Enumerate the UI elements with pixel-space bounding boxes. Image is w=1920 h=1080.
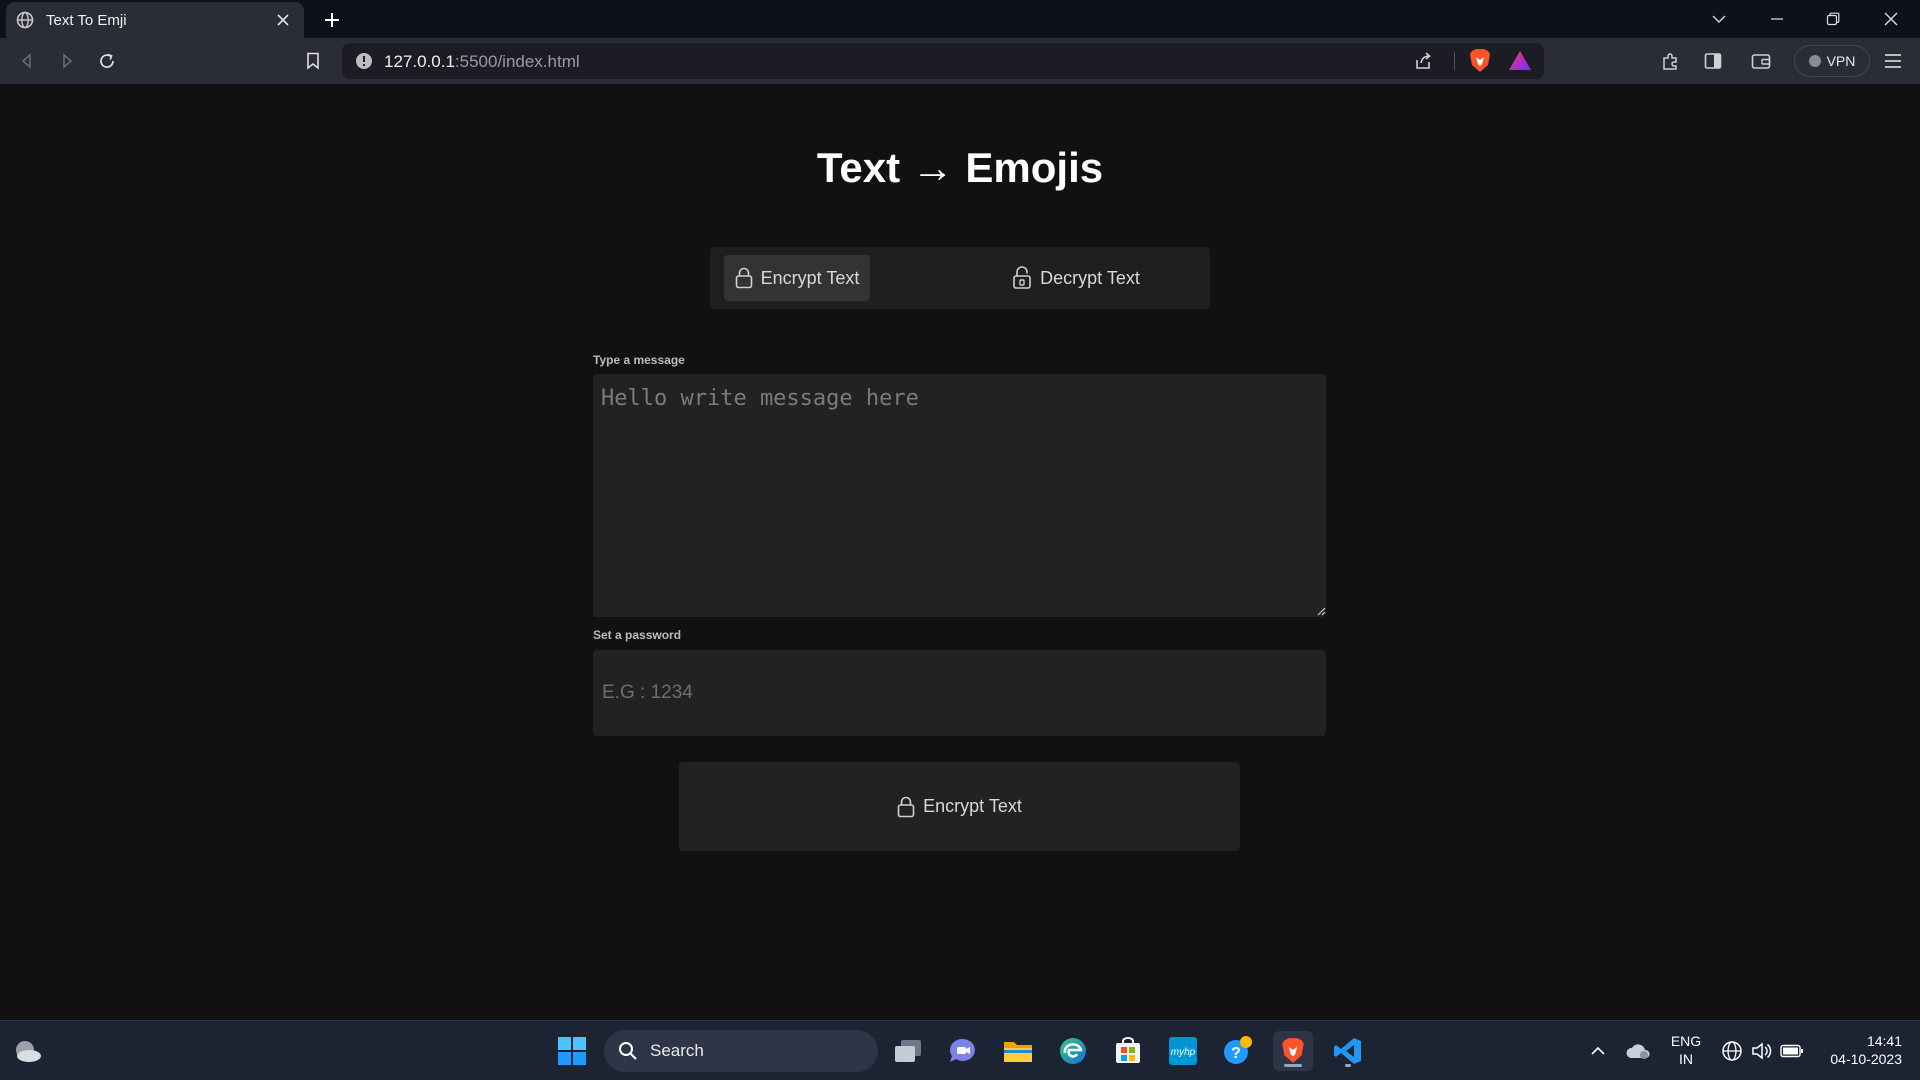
tab-list-chevron-icon[interactable] <box>1704 4 1734 34</box>
browser-tab-strip: Text To Emji <box>0 0 1920 38</box>
time-label: 14:41 <box>1866 1033 1902 1049</box>
wallet-icon[interactable] <box>1746 46 1776 76</box>
url-path: :5500/index.html <box>454 52 580 71</box>
brave-taskbar-icon[interactable] <box>1273 1031 1313 1071</box>
back-icon[interactable] <box>12 46 42 76</box>
menu-icon[interactable] <box>1878 46 1908 76</box>
rewards-triangle-icon[interactable] <box>1508 49 1532 73</box>
close-window-icon[interactable] <box>1876 4 1906 34</box>
reload-icon[interactable] <box>92 46 122 76</box>
lock-icon <box>735 267 761 289</box>
microsoft-store-icon[interactable] <box>1108 1031 1148 1071</box>
restore-icon[interactable] <box>1818 4 1848 34</box>
mode-switcher: Encrypt Text Decrypt Text <box>710 247 1210 309</box>
search-icon <box>618 1041 638 1061</box>
date-label: 04-10-2023 <box>1830 1051 1902 1067</box>
windows-start-icon[interactable] <box>552 1031 592 1071</box>
region-label: IN <box>1679 1051 1693 1067</box>
page-title: Text → Emojis <box>816 144 1104 191</box>
close-tab-icon[interactable] <box>272 9 294 31</box>
encrypt-submit-label: Encrypt Text <box>923 796 1022 816</box>
taskbar: Search myhp ? ENG IN 14:41 04-10-2023 <box>0 1020 1920 1080</box>
lock-icon <box>897 796 923 818</box>
input-language-indicator[interactable]: ENG IN <box>1664 1032 1708 1068</box>
password-label: Set a password <box>593 628 682 642</box>
minimize-icon[interactable] <box>1762 4 1792 34</box>
svg-text:?: ? <box>1231 1045 1241 1062</box>
svg-text:myhp: myhp <box>1171 1047 1196 1058</box>
battery-icon[interactable] <box>1772 1031 1812 1071</box>
language-label: ENG <box>1670 1033 1702 1049</box>
new-tab-button[interactable] <box>318 6 346 34</box>
divider <box>1454 52 1455 70</box>
get-help-icon[interactable]: ? <box>1218 1031 1258 1071</box>
message-label: Type a message <box>593 353 685 367</box>
taskbar-search[interactable]: Search <box>604 1030 878 1072</box>
vpn-button[interactable]: VPN <box>1794 45 1870 77</box>
site-info-icon[interactable] <box>354 51 374 71</box>
sidebar-toggle-icon[interactable] <box>1698 46 1728 76</box>
encrypt-submit-button[interactable]: Encrypt Text <box>679 762 1240 851</box>
search-label: Search <box>650 1041 704 1060</box>
vscode-icon[interactable] <box>1328 1031 1368 1071</box>
decrypt-mode-label: Decrypt Text <box>1040 267 1140 288</box>
forward-icon[interactable] <box>52 46 82 76</box>
teams-chat-icon[interactable] <box>943 1031 983 1071</box>
extensions-icon[interactable] <box>1656 46 1686 76</box>
unlock-icon <box>1012 266 1040 290</box>
file-explorer-icon[interactable] <box>998 1031 1038 1071</box>
show-hidden-icons-chevron-icon[interactable] <box>1578 1031 1618 1071</box>
url-host: 127.0.0.1 <box>384 52 455 71</box>
password-input[interactable] <box>593 650 1326 736</box>
vpn-status-icon <box>1808 55 1821 67</box>
vpn-label: VPN <box>1826 53 1856 69</box>
browser-tab-active[interactable]: Text To Emji <box>6 2 304 38</box>
active-app-indicator <box>1284 1064 1302 1067</box>
brave-shields-icon[interactable] <box>1468 48 1492 74</box>
edge-browser-icon[interactable] <box>1053 1031 1093 1071</box>
myhp-app-icon[interactable]: myhp <box>1163 1031 1203 1071</box>
running-app-indicator <box>1345 1064 1351 1067</box>
decrypt-mode-button[interactable]: Decrypt Text <box>996 255 1156 301</box>
task-view-icon[interactable] <box>888 1031 928 1071</box>
encrypt-mode-label: Encrypt Text <box>760 267 860 288</box>
address-bar[interactable]: 127.0.0.1:5500/index.html <box>342 43 1544 79</box>
globe-icon <box>16 11 34 29</box>
browser-toolbar: 127.0.0.1:5500/index.html VPN <box>0 38 1920 84</box>
url-text[interactable]: 127.0.0.1:5500/index.html <box>384 52 580 72</box>
resize-handle-icon[interactable] <box>1316 606 1326 616</box>
message-textarea[interactable] <box>593 374 1326 617</box>
page-content: Text → Emojis Encrypt Text Decrypt Text … <box>0 84 1920 1020</box>
weather-icon[interactable] <box>8 1031 48 1071</box>
share-icon[interactable] <box>1412 50 1434 72</box>
tab-title: Text To Emji <box>46 11 127 29</box>
bookmark-icon[interactable] <box>298 46 328 76</box>
clock[interactable]: 14:41 04-10-2023 <box>1812 1032 1912 1068</box>
onedrive-icon[interactable] <box>1618 1031 1658 1071</box>
encrypt-mode-button[interactable]: Encrypt Text <box>724 255 870 301</box>
